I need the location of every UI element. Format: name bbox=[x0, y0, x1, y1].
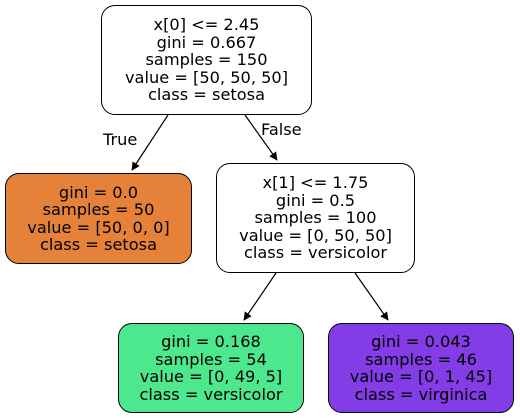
tree-node-left-leaf: gini = 0.0 samples = 50 value = [50, 0, … bbox=[5, 173, 192, 264]
node-samples: samples = 46 bbox=[365, 349, 477, 369]
node-samples: samples = 50 bbox=[42, 200, 155, 219]
edge-right-to-right-right bbox=[354, 272, 389, 321]
node-value: value = [0, 49, 5] bbox=[139, 367, 283, 386]
node-value: value = [50, 50, 50] bbox=[124, 67, 289, 87]
node-class: class = virginica bbox=[354, 384, 488, 404]
node-value: value = [0, 50, 50] bbox=[239, 225, 392, 245]
edge-label-true: True bbox=[103, 130, 138, 149]
node-class: class = versicolor bbox=[243, 243, 388, 263]
node-samples: samples = 100 bbox=[254, 208, 377, 228]
node-split-rule: x[1] <= 1.75 bbox=[262, 173, 369, 193]
node-split-rule: x[0] <= 2.45 bbox=[153, 15, 260, 35]
node-gini: gini = 0.043 bbox=[371, 332, 471, 351]
node-samples: samples = 150 bbox=[145, 50, 268, 70]
tree-node-right-left-leaf: gini = 0.168 samples = 54 value = [0, 49… bbox=[118, 323, 304, 413]
tree-node-right: x[1] <= 1.75 gini = 0.5 samples = 100 va… bbox=[216, 163, 415, 273]
node-gini: gini = 0.0 bbox=[58, 182, 139, 202]
node-class: class = setosa bbox=[39, 235, 158, 254]
node-gini: gini = 0.5 bbox=[275, 190, 356, 210]
tree-node-right-right-leaf: gini = 0.043 samples = 46 value = [0, 1,… bbox=[328, 323, 514, 413]
node-samples: samples = 54 bbox=[155, 349, 267, 369]
node-class: class = versicolor bbox=[139, 384, 283, 404]
node-gini: gini = 0.667 bbox=[156, 32, 257, 52]
edge-label-false: False bbox=[261, 120, 302, 139]
node-value: value = [50, 0, 0] bbox=[27, 217, 170, 237]
node-class: class = setosa bbox=[147, 85, 266, 105]
node-value: value = [0, 1, 45] bbox=[349, 367, 493, 386]
edge-root-to-left bbox=[131, 114, 169, 171]
tree-node-root: x[0] <= 2.45 gini = 0.667 samples = 150 … bbox=[101, 5, 312, 115]
node-gini: gini = 0.168 bbox=[161, 332, 261, 351]
edge-right-to-right-left bbox=[243, 272, 277, 321]
